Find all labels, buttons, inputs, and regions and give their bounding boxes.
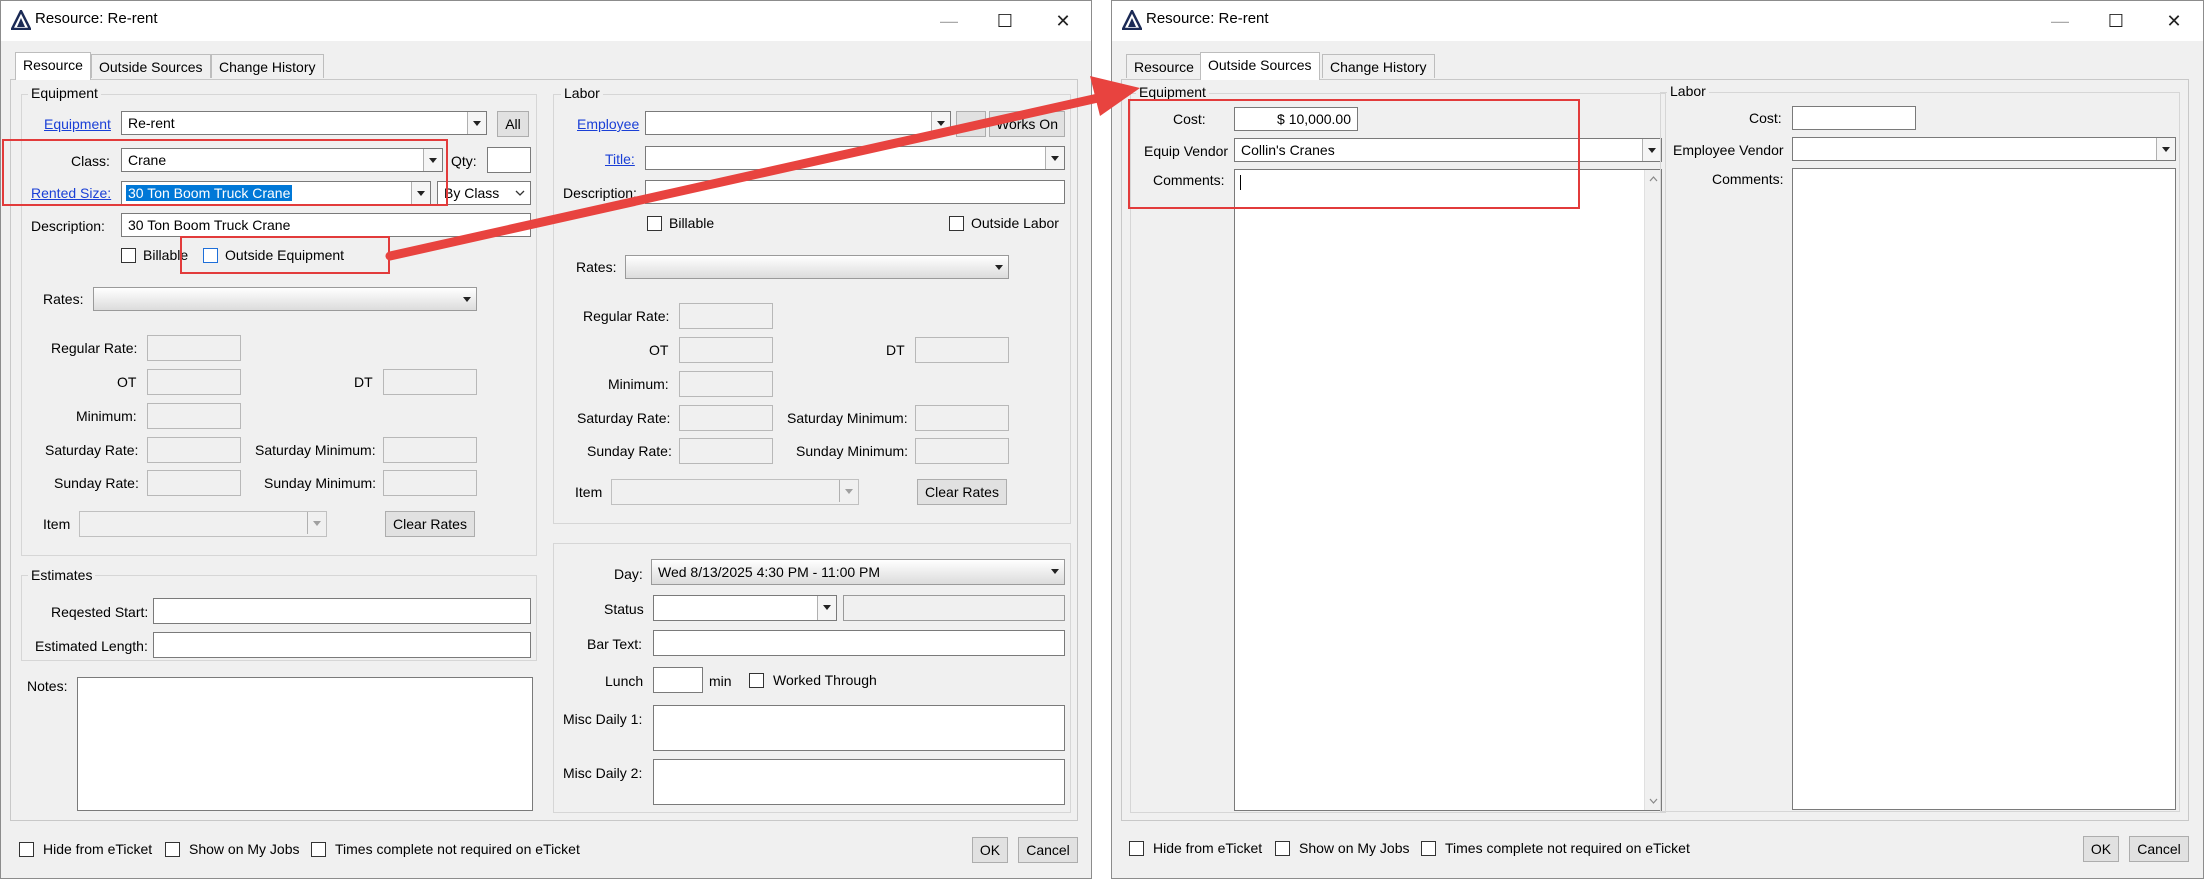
annotation-arrow <box>385 76 1140 261</box>
